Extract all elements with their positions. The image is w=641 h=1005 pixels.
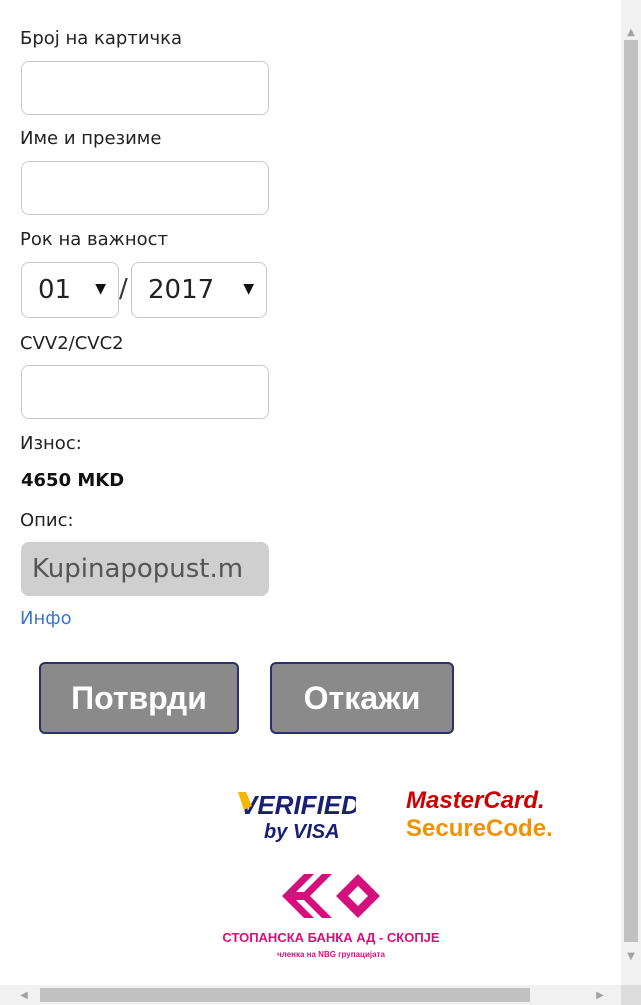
- card-number-input[interactable]: [21, 61, 269, 115]
- verified-by-visa-logo: VERIFIED by VISA: [238, 790, 356, 843]
- expiry-month-value: 01: [38, 275, 72, 305]
- description-label: Опис:: [20, 510, 74, 531]
- caret-down-icon: ▼: [95, 281, 106, 297]
- expiry-separator: /: [119, 274, 128, 304]
- arrow-up-icon[interactable]: ▲: [621, 22, 641, 42]
- verified-text: VERIFIED: [240, 790, 356, 820]
- securecode-text: SecureCode.: [406, 815, 553, 842]
- name-label: Име и презиме: [20, 128, 162, 149]
- cvv-input[interactable]: [21, 365, 269, 419]
- description-field: Kupinapopust.m: [21, 542, 269, 596]
- cancel-button[interactable]: Откажи: [270, 662, 454, 734]
- mastercard-text: MasterCard.: [406, 787, 545, 814]
- info-link[interactable]: Инфо: [20, 608, 72, 629]
- amount-label: Износ:: [20, 433, 82, 454]
- confirm-button[interactable]: Потврди: [39, 662, 239, 734]
- arrow-down-icon[interactable]: ▼: [621, 946, 641, 966]
- name-input[interactable]: [21, 161, 269, 215]
- horizontal-scrollbar[interactable]: ◀ ▶: [0, 985, 621, 1005]
- expiry-label: Рок на важност: [20, 229, 168, 250]
- payment-form-page: Број на картичка Име и презиме Рок на ва…: [0, 0, 621, 985]
- vertical-scrollbar[interactable]: ▲ ▼: [621, 0, 641, 985]
- arrow-left-icon[interactable]: ◀: [14, 985, 34, 1005]
- scrollbar-corner: [621, 985, 641, 1005]
- expiry-year-select[interactable]: 2017 ▼: [131, 262, 267, 318]
- caret-down-icon: ▼: [243, 281, 254, 297]
- by-visa-text: by VISA: [264, 821, 340, 843]
- card-number-label: Број на картичка: [20, 28, 183, 49]
- expiry-month-select[interactable]: 01 ▼: [21, 262, 119, 318]
- amount-value: 4650 MKD: [21, 470, 125, 491]
- bank-name: СТОПАНСКА БАНКА АД - СКОПЈЕ: [222, 930, 440, 945]
- arrow-right-icon[interactable]: ▶: [590, 985, 610, 1005]
- cvv-label: CVV2/CVC2: [20, 333, 124, 354]
- vertical-scroll-thumb[interactable]: [624, 40, 638, 942]
- expiry-year-value: 2017: [148, 275, 215, 305]
- mastercard-securecode-logo: MasterCard. SecureCode.: [406, 787, 553, 842]
- horizontal-scroll-thumb[interactable]: [40, 988, 530, 1002]
- bank-subtitle: членка на NBG групацијата: [277, 950, 385, 959]
